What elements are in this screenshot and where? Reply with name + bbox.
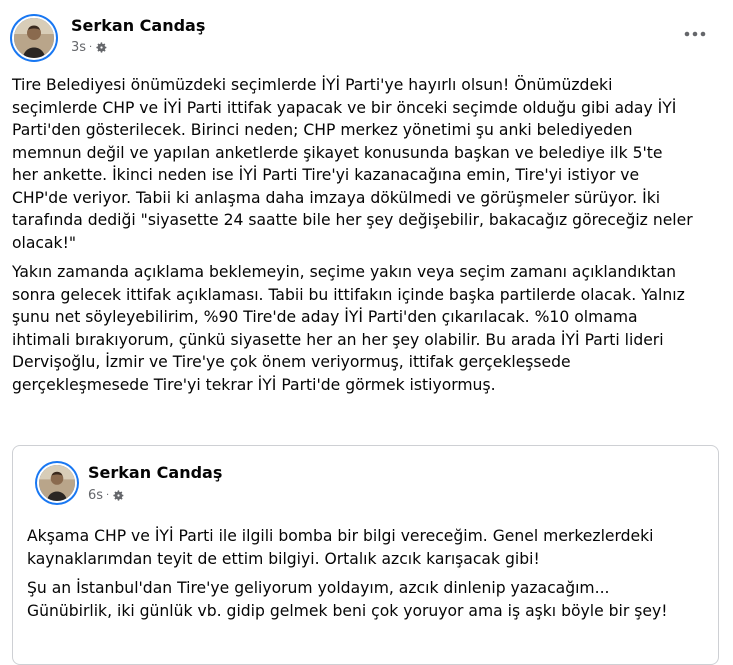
shared-post-paragraph-1: Akşama CHP ve İYİ Parti ile ilgili bomba… (27, 527, 654, 568)
shared-post-timestamp[interactable]: 6s (88, 488, 103, 503)
separator: · (106, 490, 110, 501)
author-avatar[interactable] (10, 14, 58, 62)
more-horizontal-icon (684, 31, 706, 37)
post-meta: 3s · (71, 40, 108, 55)
post-paragraph-1: Tire Belediyesi önümüzdeki seçimlerde İY… (12, 76, 693, 252)
facebook-post: Serkan Candaş 3s · Tire Belediyesi önümü… (0, 0, 733, 665)
post-paragraph-2: Yakın zamanda açıklama beklemeyin, seçim… (12, 263, 685, 394)
shared-author-avatar[interactable] (35, 461, 79, 505)
shared-post-body: Akşama CHP ve İYİ Parti ile ilgili bomba… (27, 525, 713, 622)
post-timestamp[interactable]: 3s (71, 40, 86, 55)
separator: · (89, 42, 93, 53)
shared-author-name[interactable]: Serkan Candaş (88, 463, 222, 482)
avatar-photo (39, 465, 75, 501)
gear-icon[interactable] (95, 41, 108, 54)
shared-post-meta: 6s · (88, 488, 125, 503)
shared-post-card[interactable]: Serkan Candaş 6s · Akşama CHP ve İYİ Par… (12, 445, 719, 665)
shared-post-paragraph-2: Şu an İstanbul'dan Tire'ye geliyorum yol… (27, 579, 668, 620)
more-options-button[interactable] (681, 20, 709, 48)
avatar-photo (14, 18, 54, 58)
post-body: Tire Belediyesi önümüzdeki seçimlerde İY… (12, 74, 720, 396)
gear-icon[interactable] (112, 489, 125, 502)
author-name[interactable]: Serkan Candaş (71, 16, 205, 35)
